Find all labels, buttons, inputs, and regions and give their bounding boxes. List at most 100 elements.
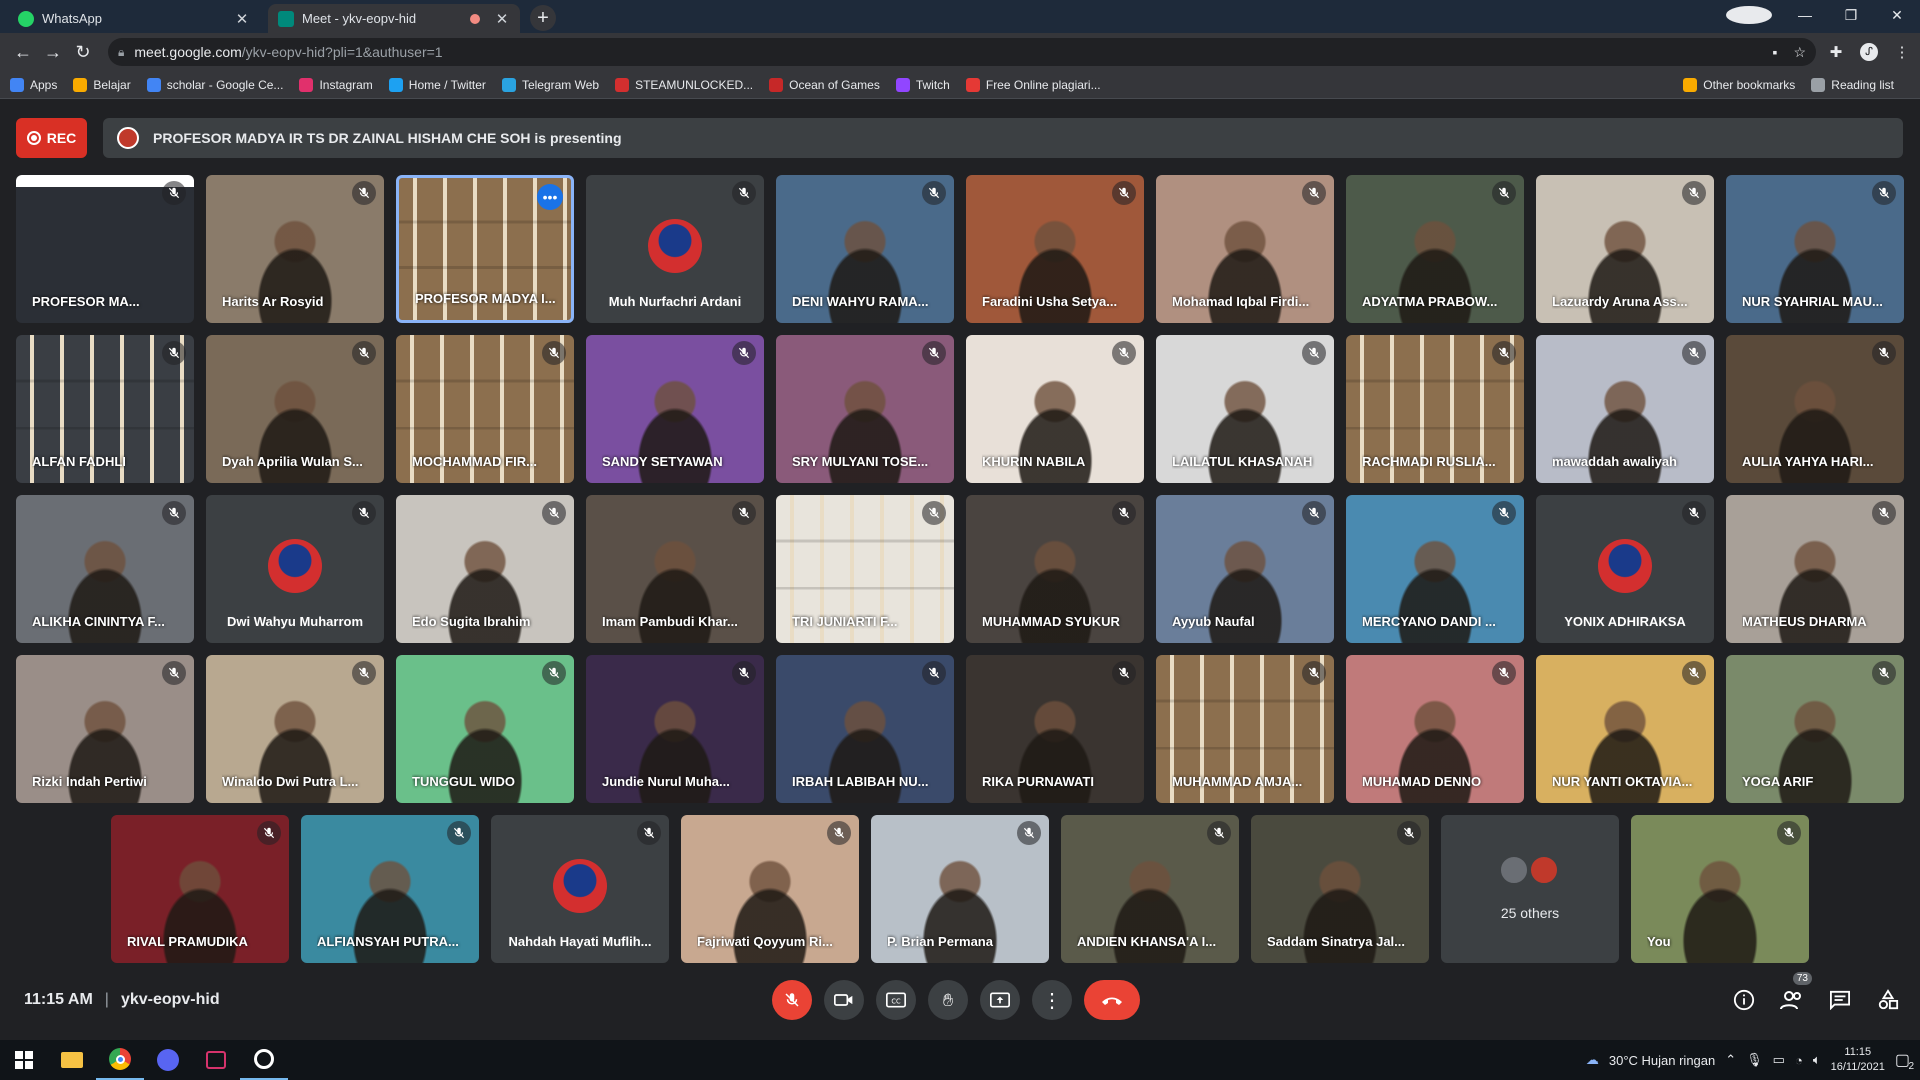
participant-tile[interactable]: MOCHAMMAD FIR... bbox=[396, 335, 574, 483]
participant-tile[interactable]: Mohamad Iqbal Firdi... bbox=[1156, 175, 1334, 323]
microphone-off-button[interactable] bbox=[772, 980, 812, 1020]
chat-button[interactable] bbox=[1820, 980, 1860, 1020]
raise-hand-button[interactable]: ✋︎ bbox=[928, 980, 968, 1020]
participant-tile[interactable]: MUHAMAD DENNO bbox=[1346, 655, 1524, 803]
restore-icon[interactable]: ❐ bbox=[1828, 7, 1874, 24]
more-options-icon[interactable]: ••• bbox=[537, 184, 563, 210]
bookmark-item[interactable]: Free Online plagiari... bbox=[965, 77, 1101, 92]
search-app-taskbar-button[interactable] bbox=[240, 1040, 288, 1080]
participant-tile[interactable]: Saddam Sinatrya Jal... bbox=[1251, 815, 1429, 963]
participant-tile[interactable]: Faradini Usha Setya... bbox=[966, 175, 1144, 323]
participant-tile[interactable]: YOGA ARIF bbox=[1726, 655, 1904, 803]
participant-tile[interactable]: ADYATMA PRABOW... bbox=[1346, 175, 1524, 323]
participant-tile[interactable]: IRBAH LABIBAH NU... bbox=[776, 655, 954, 803]
participant-tile[interactable]: Edo Sugita Ibrahim bbox=[396, 495, 574, 643]
menu-icon[interactable]: ⋮ bbox=[1892, 43, 1912, 61]
tab-search-icon[interactable]: ▾ bbox=[1726, 6, 1772, 24]
participant-tile[interactable]: AULIA YAHYA HARI... bbox=[1726, 335, 1904, 483]
participant-tile[interactable]: ALFIANSYAH PUTRA... bbox=[301, 815, 479, 963]
bookmark-item[interactable]: Ocean of Games bbox=[769, 77, 880, 92]
participant-tile[interactable]: SRY MULYANI TOSE... bbox=[776, 335, 954, 483]
camera-button[interactable] bbox=[824, 980, 864, 1020]
leave-call-button[interactable] bbox=[1084, 980, 1140, 1020]
camera-in-use-icon[interactable]: ▪ bbox=[1772, 44, 1777, 61]
participant-tile[interactable]: RIVAL PRAMUDIKA bbox=[111, 815, 289, 963]
participant-tile[interactable]: MERCYANO DANDI ... bbox=[1346, 495, 1524, 643]
participant-tile[interactable]: NUR YANTI OKTAVIA... bbox=[1536, 655, 1714, 803]
tab-whatsapp[interactable]: WhatsApp ✕ bbox=[8, 4, 260, 33]
more-options-button[interactable]: ⋮ bbox=[1032, 980, 1072, 1020]
participant-tile[interactable]: RACHMADI RUSLIA... bbox=[1346, 335, 1524, 483]
people-button[interactable]: 73 bbox=[1772, 972, 1812, 1020]
notification-center-icon[interactable]: ▢ 2 bbox=[1895, 1050, 1914, 1072]
participant-tile[interactable]: P. Brian Permana bbox=[871, 815, 1049, 963]
tab-meet[interactable]: Meet - ykv-eopv-hid ✕ bbox=[268, 4, 520, 33]
participant-tile[interactable]: ALIKHA CININTYA F... bbox=[16, 495, 194, 643]
forward-icon[interactable]: → bbox=[38, 37, 68, 67]
participant-tile[interactable]: TRI JUNIARTI F... bbox=[776, 495, 954, 643]
participant-tile[interactable]: SANDY SETYAWAN bbox=[586, 335, 764, 483]
participant-tile[interactable]: NUR SYAHRIAL MAU... bbox=[1726, 175, 1904, 323]
reading-list[interactable]: Reading list bbox=[1811, 77, 1894, 92]
participant-tile[interactable]: RIKA PURNAWATI bbox=[966, 655, 1144, 803]
participant-tile[interactable]: MATHEUS DHARMA bbox=[1726, 495, 1904, 643]
bookmark-item[interactable]: Apps bbox=[10, 77, 57, 92]
participant-tile[interactable]: LAILATUL KHASANAH bbox=[1156, 335, 1334, 483]
participant-tile[interactable]: Lazuardy Aruna Ass... bbox=[1536, 175, 1714, 323]
reload-icon[interactable]: ↻ bbox=[68, 37, 98, 67]
start-button[interactable] bbox=[0, 1040, 48, 1080]
profile-icon[interactable]: ᔑ bbox=[1860, 43, 1878, 61]
participant-tile[interactable]: TUNGGUL WIDO bbox=[396, 655, 574, 803]
participant-tile[interactable]: DENI WAHYU RAMA... bbox=[776, 175, 954, 323]
battery-icon[interactable]: ▭ bbox=[1773, 1052, 1785, 1068]
file-explorer-taskbar-button[interactable] bbox=[48, 1040, 96, 1080]
close-window-icon[interactable]: ✕ bbox=[1874, 7, 1920, 24]
meeting-details-button[interactable] bbox=[1724, 980, 1764, 1020]
participant-tile[interactable]: Dwi Wahyu Muharrom bbox=[206, 495, 384, 643]
chrome-taskbar-button[interactable] bbox=[96, 1040, 144, 1080]
participant-tile[interactable]: ANDIEN KHANSA'A I... bbox=[1061, 815, 1239, 963]
participant-tile[interactable]: Harits Ar Rosyid bbox=[206, 175, 384, 323]
participant-tile[interactable]: Muh Nurfachri Ardani bbox=[586, 175, 764, 323]
participant-tile[interactable]: Jundie Nurul Muha... bbox=[586, 655, 764, 803]
participant-tile[interactable]: MUHAMMAD AMJA... bbox=[1156, 655, 1334, 803]
others-tile[interactable]: 25 others bbox=[1441, 815, 1619, 963]
wifi-icon[interactable]: ◔ bbox=[1795, 1053, 1803, 1068]
captions-button[interactable]: CC bbox=[876, 980, 916, 1020]
bookmark-item[interactable]: Twitch bbox=[895, 77, 950, 92]
clock[interactable]: 11:15 16/11/2021 bbox=[1831, 1045, 1885, 1075]
bookmark-item[interactable]: Home / Twitter bbox=[388, 77, 486, 92]
participant-tile[interactable]: Rizki Indah Pertiwi bbox=[16, 655, 194, 803]
participant-tile[interactable]: Nahdah Hayati Muflih... bbox=[491, 815, 669, 963]
participant-tile[interactable]: Winaldo Dwi Putra L... bbox=[206, 655, 384, 803]
close-tab-icon[interactable]: ✕ bbox=[234, 10, 250, 28]
microphone-tray-icon[interactable]: 🎙︎ bbox=[1746, 1052, 1763, 1068]
minimize-icon[interactable]: — bbox=[1782, 7, 1828, 23]
extensions-icon[interactable]: ✚ bbox=[1826, 43, 1846, 61]
volume-icon[interactable]: 🔈︎ bbox=[1813, 1052, 1821, 1068]
discord-taskbar-button[interactable] bbox=[144, 1040, 192, 1080]
participant-tile[interactable]: You bbox=[1631, 815, 1809, 963]
bookmark-item[interactable]: Belajar bbox=[73, 77, 131, 92]
participant-tile[interactable]: Imam Pambudi Khar... bbox=[586, 495, 764, 643]
participant-tile[interactable]: Fajriwati Qoyyum Ri... bbox=[681, 815, 859, 963]
close-tab-icon[interactable]: ✕ bbox=[494, 10, 510, 28]
participant-tile[interactable]: mawaddah awaliyah bbox=[1536, 335, 1714, 483]
participant-tile[interactable]: ALFAN FADHLI bbox=[16, 335, 194, 483]
show-hidden-icons-icon[interactable]: ⌃ bbox=[1725, 1052, 1736, 1068]
participant-tile[interactable]: PROFESOR MA... bbox=[16, 175, 194, 323]
bookmark-item[interactable]: Instagram bbox=[299, 77, 373, 92]
back-icon[interactable]: ← bbox=[8, 37, 38, 67]
bookmark-item[interactable]: Telegram Web bbox=[501, 77, 599, 92]
app-taskbar-button[interactable] bbox=[192, 1040, 240, 1080]
participant-tile[interactable]: Ayyub Naufal bbox=[1156, 495, 1334, 643]
present-button[interactable] bbox=[980, 980, 1020, 1020]
activities-button[interactable] bbox=[1868, 980, 1908, 1020]
participant-tile[interactable]: Dyah Aprilia Wulan S... bbox=[206, 335, 384, 483]
other-bookmarks[interactable]: Other bookmarks bbox=[1683, 77, 1795, 92]
participant-tile[interactable]: KHURIN NABILA bbox=[966, 335, 1144, 483]
address-bar[interactable]: 🔒︎ meet.google.com /ykv-eopv-hid?pli=1&a… bbox=[108, 38, 1816, 66]
bookmark-star-icon[interactable]: ☆ bbox=[1793, 44, 1806, 61]
participant-tile[interactable]: MUHAMMAD SYUKUR bbox=[966, 495, 1144, 643]
weather-text[interactable]: 30°C Hujan ringan bbox=[1609, 1053, 1715, 1068]
